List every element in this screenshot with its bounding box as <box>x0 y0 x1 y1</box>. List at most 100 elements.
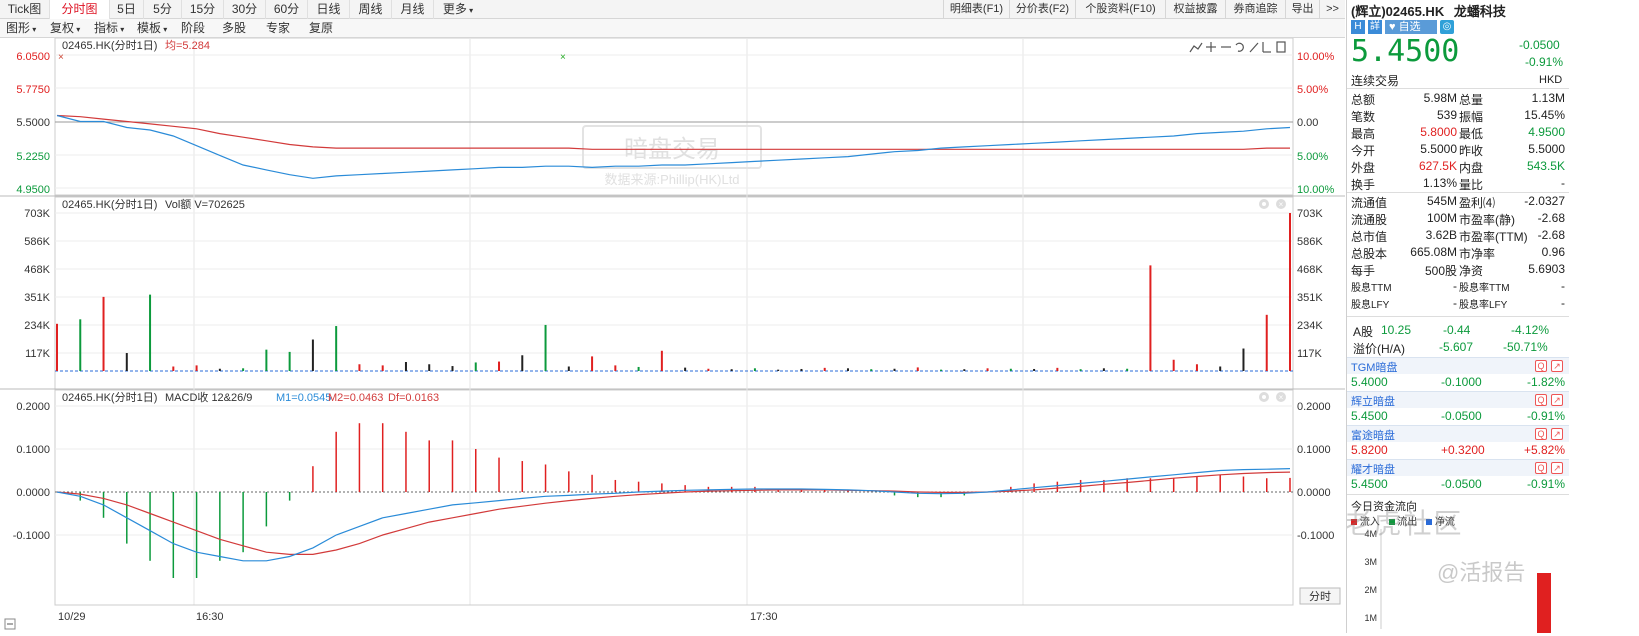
volume-legend-code: 02465.HK(分时1日) <box>62 198 157 211</box>
stat-label: 换手 <box>1351 178 1376 192</box>
community-watermark: ◎老虎社区 <box>1347 502 1463 542</box>
external-link-icon[interactable]: ↗ <box>1551 462 1563 474</box>
dark-pool-header[interactable]: 辉立暗盘 Q ↗ <box>1347 391 1569 408</box>
external-link-icon[interactable]: ↗ <box>1551 360 1563 372</box>
macd-panel-frame <box>54 389 1294 606</box>
pct-axis-label: 5.00% <box>1297 84 1328 96</box>
add-watchlist-button[interactable]: ♥ 自选 <box>1385 20 1437 34</box>
tab-5day[interactable]: 5日 <box>110 0 144 19</box>
marker-x-icon: × <box>560 52 566 63</box>
graph-menu[interactable]: 图形 ▾ <box>6 19 36 38</box>
price-axis-label: 5.5000 <box>16 117 50 129</box>
fund-label: 净资 <box>1459 264 1484 278</box>
volume-axis-label: 468K <box>1297 264 1323 276</box>
macd-axis-label: 0.2000 <box>1297 401 1331 413</box>
tab-30min[interactable]: 30分 <box>224 0 266 19</box>
a-share-pct: -4.12% <box>1511 323 1550 337</box>
ruler-icon[interactable] <box>1262 42 1271 53</box>
macd-axis-label: 0.1000 <box>16 444 50 456</box>
template-menu[interactable]: 模板 ▾ <box>137 19 167 38</box>
lens-badge-icon[interactable]: 詳 <box>1368 20 1382 34</box>
hk-badge-icon[interactable]: H <box>1351 20 1365 34</box>
tab-weekly[interactable]: 周线 <box>350 0 392 19</box>
fund-value: -2.68 <box>1537 228 1565 242</box>
restore-button[interactable]: 复原 <box>309 19 333 38</box>
tab-daily[interactable]: 日线 <box>308 0 350 19</box>
external-link-icon[interactable]: ↗ <box>1551 428 1563 440</box>
adjust-menu[interactable]: 复权 ▾ <box>50 19 80 38</box>
fund-label: 流通值 <box>1351 196 1388 210</box>
export-button[interactable]: 导出 <box>1285 0 1319 19</box>
tab-intraday[interactable]: 分时图 <box>50 0 110 19</box>
macd-axis-label: 0.2000 <box>16 401 50 413</box>
fundamental-row: 总股本 665.08M 市净率 0.96 <box>1347 244 1569 261</box>
tab-tick[interactable]: Tick图 <box>0 0 50 19</box>
volume-axis-label: 468K <box>24 264 50 276</box>
price-table-button[interactable]: 分价表(F2) <box>1009 0 1075 19</box>
search-icon[interactable]: Q <box>1535 428 1547 440</box>
stage-button[interactable]: 阶段 <box>181 19 205 38</box>
close-icon[interactable]: × <box>1276 392 1286 402</box>
indicator-menu[interactable]: 指标 ▾ <box>94 19 124 38</box>
volume-axis-label: 703K <box>1297 208 1323 220</box>
layout-icon[interactable] <box>1276 41 1286 53</box>
dark-pool-pct: +5.82% <box>1523 443 1565 457</box>
dark-pool-header[interactable]: TGM暗盘 Q ↗ <box>1347 357 1569 374</box>
dark-pool-pct: -0.91% <box>1526 477 1565 491</box>
fundamental-row: 流通值 545M 盈利⑷ -2.0327 <box>1347 193 1569 210</box>
chevron-down-icon: ▾ <box>30 25 37 34</box>
stock-info-button[interactable]: 个股资料(F10) <box>1075 0 1165 19</box>
fund-value: 545M <box>1426 194 1457 208</box>
premium-pct: -50.71% <box>1503 340 1548 354</box>
expand-arrows-button[interactable]: >> <box>1319 0 1345 19</box>
search-icon[interactable]: Q <box>1535 462 1547 474</box>
premium-label: 溢价(H/A) <box>1353 342 1405 356</box>
stat-label: 总量 <box>1459 93 1484 107</box>
chart-toolbar: 图形 ▾ 复权 ▾ 指标 ▾ 模板 ▾ 阶段 多股 专家 复原 <box>0 19 1345 38</box>
tab-5min[interactable]: 5分 <box>144 0 182 19</box>
search-icon[interactable]: Q <box>1535 360 1547 372</box>
stats-row: 笔数 539 振幅 15.45% <box>1347 107 1569 124</box>
stat-value: 5.5000 <box>1528 142 1565 156</box>
search-icon[interactable]: Q <box>1535 394 1547 406</box>
close-icon[interactable]: × <box>1276 199 1286 209</box>
chart-svg: 暗盘交易 数据来源:Phillip(HK)Ltd × × 6.0500 5.77… <box>0 37 1345 630</box>
macd-m2-line <box>56 471 1291 556</box>
chart-area: 暗盘交易 数据来源:Phillip(HK)Ltd × × 6.0500 5.77… <box>0 37 1345 633</box>
indicator-menu-label: 指标 <box>94 21 119 35</box>
macd-legend-df: Df=0.0163 <box>388 392 439 404</box>
crosshair-icon[interactable] <box>1206 42 1216 52</box>
chat-icon[interactable]: ◎ <box>1440 20 1454 34</box>
stat-value: 1.13% <box>1422 176 1457 190</box>
settings-icon[interactable] <box>1259 392 1269 402</box>
fundamental-row: 总市值 3.62B 市盈率(TTM) -2.68 <box>1347 227 1569 244</box>
trend-line-icon[interactable] <box>1189 42 1203 53</box>
stats-row: 换手 1.13% 量比 - <box>1347 175 1569 192</box>
dark-pool-pct: -0.91% <box>1526 409 1565 423</box>
dark-pool-header[interactable]: 富途暗盘 Q ↗ <box>1347 425 1569 442</box>
settings-icon[interactable] <box>1259 199 1269 209</box>
tab-monthly[interactable]: 月线 <box>392 0 434 19</box>
multi-stock-button[interactable]: 多股 <box>222 19 246 38</box>
expert-button[interactable]: 专家 <box>266 19 290 38</box>
dark-pool-price: 5.4500 <box>1351 409 1388 423</box>
undo-icon[interactable] <box>1235 42 1244 52</box>
volume-axis-label: 117K <box>25 348 51 360</box>
fund-value: 0.96 <box>1541 245 1565 259</box>
detail-table-button[interactable]: 明细表(F1) <box>943 0 1009 19</box>
pct-axis-label: 5.00% <box>1297 151 1328 163</box>
dark-pool-pct: -1.82% <box>1526 375 1565 389</box>
broker-track-button[interactable]: 券商追踪 <box>1225 0 1285 19</box>
stat-label: 笔数 <box>1351 110 1376 124</box>
external-link-icon[interactable]: ↗ <box>1551 394 1563 406</box>
fund-label: 每手 <box>1351 264 1376 278</box>
flow-axis-label: 1M <box>1364 613 1377 623</box>
dark-pool-header[interactable]: 耀才暗盘 Q ↗ <box>1347 459 1569 476</box>
tab-15min[interactable]: 15分 <box>182 0 224 19</box>
tab-more[interactable]: 更多 ▾ <box>434 0 482 19</box>
pencil-icon[interactable] <box>1249 42 1259 53</box>
volume-axis-label: 703K <box>24 208 50 220</box>
equity-disclosure-button[interactable]: 权益披露 <box>1165 0 1225 19</box>
tab-60min[interactable]: 60分 <box>266 0 308 19</box>
dark-pool-row: 5.4500 -0.0500 -0.91% <box>1347 476 1569 493</box>
